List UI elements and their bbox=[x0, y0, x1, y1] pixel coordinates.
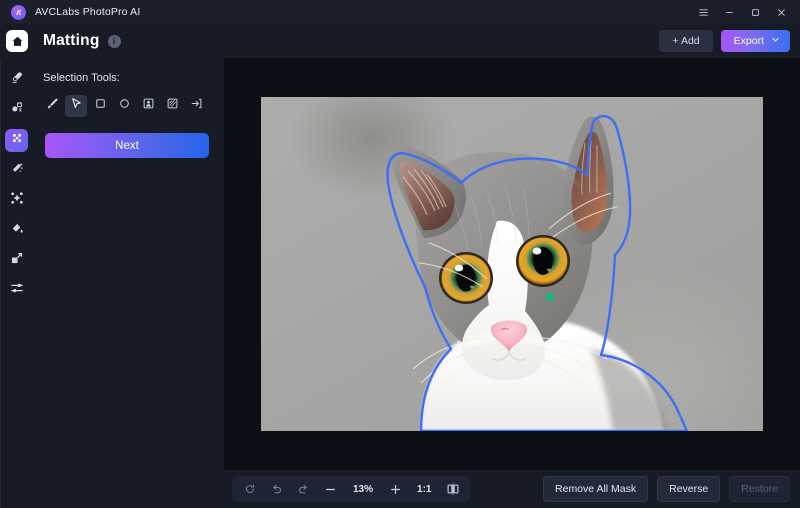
hatched-square-icon bbox=[166, 97, 179, 115]
split-compare-icon[interactable] bbox=[439, 478, 466, 500]
mask-actions: Remove All Mask Reverse Restore bbox=[543, 476, 794, 502]
home-icon[interactable] bbox=[6, 30, 28, 52]
info-icon[interactable]: i bbox=[107, 34, 121, 48]
selection-tools-label: Selection Tools: bbox=[43, 72, 120, 84]
export-label: Export bbox=[733, 35, 764, 47]
canvas-column: 13% 1:1 Remove All Mask Reverse Restore bbox=[0, 58, 800, 508]
circle-icon bbox=[118, 97, 131, 115]
reverse-button[interactable]: Reverse bbox=[657, 476, 721, 502]
sidebar-item-eraser[interactable] bbox=[5, 69, 28, 92]
selection-tools-panel: Selection Tools: Next bbox=[33, 58, 221, 508]
eraser-icon bbox=[10, 71, 24, 90]
app-window: AVCLabs PhotoPro AI Matting i + Add Expo… bbox=[0, 0, 800, 508]
import-select-tool-button[interactable] bbox=[185, 95, 207, 117]
sidebar-item-enhance[interactable] bbox=[5, 189, 28, 212]
sidebar-item-resize[interactable] bbox=[5, 249, 28, 272]
zoom-out-button[interactable] bbox=[317, 478, 344, 500]
sidebar-item-color-fill[interactable] bbox=[5, 219, 28, 242]
selection-point-marker bbox=[545, 292, 555, 302]
undo-icon[interactable] bbox=[263, 478, 290, 500]
magic-wand-icon bbox=[10, 161, 24, 180]
image-canvas[interactable] bbox=[224, 58, 800, 470]
avclabs-logo-icon bbox=[11, 4, 26, 20]
restore-button: Restore bbox=[729, 476, 790, 502]
tool-rail bbox=[0, 58, 33, 508]
portrait-person-icon bbox=[142, 97, 155, 115]
brush-icon bbox=[46, 97, 59, 115]
app-name-label: AVCLabs PhotoPro AI bbox=[35, 6, 141, 18]
title-bar: AVCLabs PhotoPro AI bbox=[0, 0, 800, 24]
redo-icon[interactable] bbox=[290, 478, 317, 500]
next-button[interactable]: Next bbox=[45, 133, 209, 158]
cursor-arrow-icon bbox=[70, 97, 83, 115]
reset-rotate-icon[interactable] bbox=[236, 478, 263, 500]
chevron-down-icon bbox=[771, 35, 780, 47]
page-header: Matting i + Add Export bbox=[0, 24, 800, 58]
texture-select-tool-button[interactable] bbox=[161, 95, 183, 117]
object-remove-icon bbox=[10, 101, 24, 120]
zoom-controls-group: 13% 1:1 bbox=[232, 476, 471, 502]
sidebar-item-adjust[interactable] bbox=[5, 279, 28, 302]
add-button[interactable]: + Add bbox=[659, 30, 713, 52]
matting-icon bbox=[10, 131, 24, 150]
header-actions: + Add Export bbox=[659, 30, 800, 52]
panel-divider bbox=[0, 58, 1, 508]
paint-bucket-icon bbox=[10, 221, 24, 240]
maximize-icon[interactable] bbox=[742, 0, 768, 24]
square-icon bbox=[94, 97, 107, 115]
hamburger-menu-icon[interactable] bbox=[690, 0, 716, 24]
pointer-tool-button[interactable] bbox=[65, 95, 87, 117]
selection-tool-row bbox=[41, 95, 213, 117]
minimize-icon[interactable] bbox=[716, 0, 742, 24]
cat-portrait-image[interactable] bbox=[261, 97, 763, 431]
page-title: Matting bbox=[43, 32, 100, 49]
sliders-adjust-icon bbox=[10, 281, 24, 300]
actual-size-button[interactable]: 1:1 bbox=[409, 484, 439, 495]
sidebar-item-matting[interactable] bbox=[5, 129, 28, 152]
ellipse-select-tool-button[interactable] bbox=[113, 95, 135, 117]
export-button[interactable]: Export bbox=[720, 30, 790, 52]
brush-tool-button[interactable] bbox=[41, 95, 63, 117]
portrait-select-tool-button[interactable] bbox=[137, 95, 159, 117]
resize-expand-icon bbox=[10, 251, 24, 270]
sidebar-item-magic-wand[interactable] bbox=[5, 159, 28, 182]
cat-artwork bbox=[386, 114, 689, 431]
arrow-into-box-icon bbox=[190, 97, 203, 115]
sidebar-item-object-remove[interactable] bbox=[5, 99, 28, 122]
zoom-level-label: 13% bbox=[353, 483, 374, 495]
zoom-in-button[interactable] bbox=[382, 478, 409, 500]
remove-all-mask-button[interactable]: Remove All Mask bbox=[543, 476, 649, 502]
main-body: Selection Tools: Next 13% 1:1 Remove All… bbox=[0, 58, 800, 508]
sparkle-enhance-icon bbox=[10, 191, 24, 210]
bottom-toolbar: 13% 1:1 Remove All Mask Reverse Restore bbox=[224, 470, 800, 508]
rectangle-select-tool-button[interactable] bbox=[89, 95, 111, 117]
close-icon[interactable] bbox=[768, 0, 794, 24]
